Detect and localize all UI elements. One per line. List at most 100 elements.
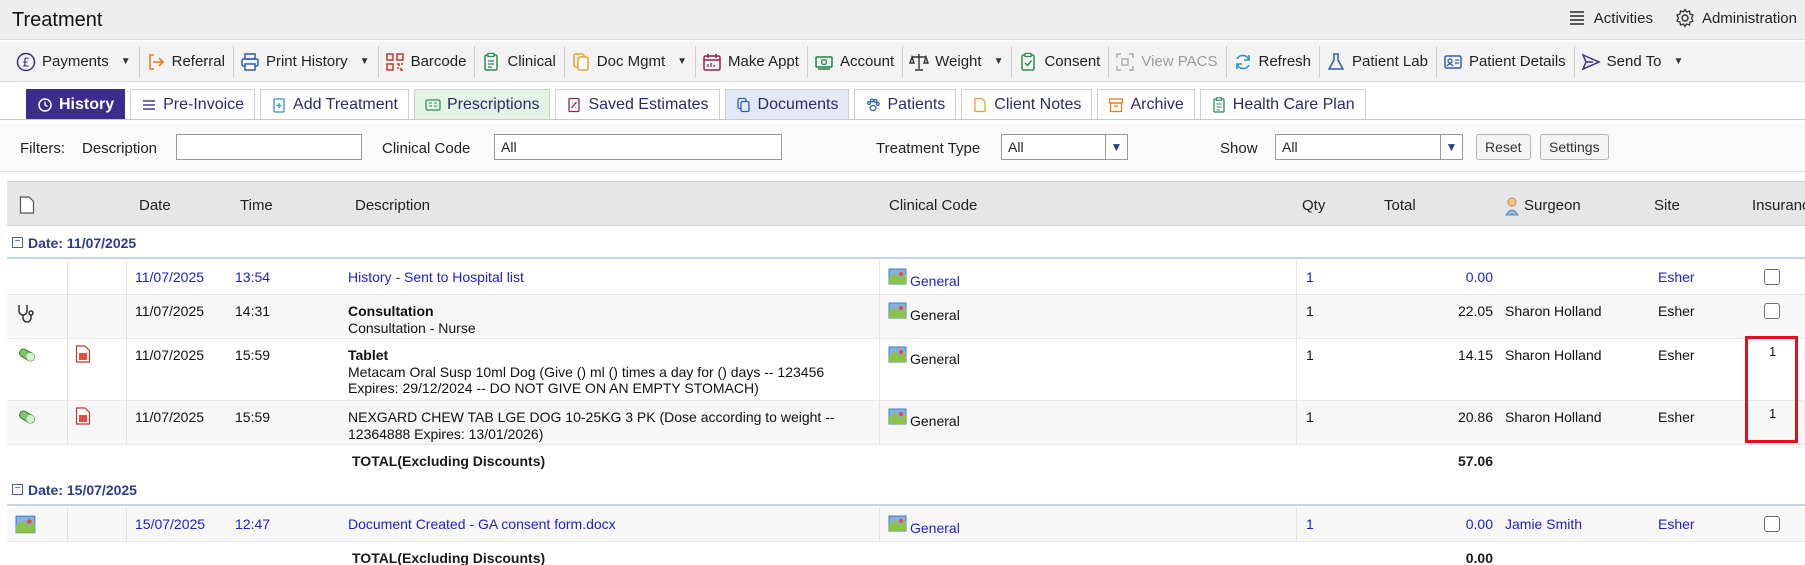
clinical-code-cell[interactable]: General: [888, 407, 960, 429]
clinical-code-filter-input[interactable]: All: [494, 134, 782, 160]
print-history-button[interactable]: Print History ▼: [234, 45, 379, 78]
patient-details-button[interactable]: Patient Details: [1437, 45, 1575, 78]
pill-icon: [19, 348, 35, 362]
clinical-code-label: General: [910, 520, 960, 536]
chevron-down-icon[interactable]: ▼: [121, 56, 131, 67]
clinical-code-cell[interactable]: General: [888, 301, 960, 323]
payments-label: Payments: [42, 53, 109, 70]
treatment-type-value: All: [1008, 139, 1024, 155]
referral-button[interactable]: Referral: [140, 45, 234, 78]
insurance-checkbox[interactable]: [1764, 303, 1780, 319]
row-site[interactable]: Esher: [1658, 269, 1695, 285]
col-qty[interactable]: Qty: [1302, 197, 1325, 214]
weight-button[interactable]: Weight ▼: [903, 45, 1013, 78]
col-insurance[interactable]: Insuranc: [1752, 197, 1805, 214]
reset-button[interactable]: Reset: [1476, 134, 1531, 160]
tab-prescriptions[interactable]: Prescriptions: [414, 89, 551, 119]
row-description[interactable]: Document Created - GA consent form.docx: [348, 516, 616, 532]
refresh-icon: [1235, 54, 1250, 69]
table-row[interactable]: 11/07/2025 15:59 NEXGARD CHEW TAB LGE DO…: [7, 401, 1805, 445]
row-qty: 1: [1306, 409, 1314, 425]
payments-button[interactable]: £ Payments ▼: [10, 45, 140, 78]
tab-add-treatment-label: Add Treatment: [293, 95, 398, 113]
chevron-down-icon[interactable]: ▼: [1440, 135, 1462, 159]
row-description: Metacam Oral Susp 10ml Dog (Give () ml (…: [348, 364, 825, 396]
row-description[interactable]: History - Sent to Hospital list: [348, 269, 524, 285]
chevron-down-icon[interactable]: ▼: [994, 56, 1004, 67]
map-icon: [888, 346, 907, 363]
barcode-button[interactable]: Barcode: [379, 45, 476, 78]
patient-lab-button[interactable]: Patient Lab: [1320, 45, 1437, 78]
chevron-down-icon[interactable]: ▼: [1105, 135, 1127, 159]
clinical-code-cell[interactable]: General: [888, 514, 960, 536]
chevron-down-icon[interactable]: ▼: [677, 56, 687, 67]
send-to-label: Send To: [1606, 53, 1662, 70]
patient-details-label: Patient Details: [1468, 53, 1566, 70]
table-row[interactable]: 11/07/2025 13:54 History - Sent to Hospi…: [7, 261, 1805, 295]
collapse-icon[interactable]: −: [12, 237, 23, 248]
insurance-highlight-box: [1745, 336, 1798, 443]
tab-history[interactable]: History: [26, 89, 126, 119]
row-total: 14.15: [1457, 347, 1493, 363]
description-filter-input[interactable]: [176, 134, 362, 160]
col-total[interactable]: Total: [1384, 197, 1416, 214]
make-appt-label: Make Appt: [728, 53, 799, 70]
activities-button[interactable]: Activities: [1567, 8, 1653, 28]
col-time[interactable]: Time: [240, 197, 273, 214]
row-site[interactable]: Esher: [1658, 516, 1695, 532]
total-label: TOTAL(Excluding Discounts): [352, 453, 546, 469]
tab-documents[interactable]: Documents: [724, 89, 850, 119]
consent-label: Consent: [1044, 53, 1101, 70]
tab-prescriptions-label: Prescriptions: [447, 95, 540, 113]
treatment-type-select[interactable]: All ▼: [1001, 134, 1128, 160]
clinical-button[interactable]: Clinical: [475, 45, 565, 78]
col-date[interactable]: Date: [139, 197, 171, 214]
doc-mgmt-button[interactable]: Doc Mgmt ▼: [565, 45, 697, 78]
collapse-icon[interactable]: −: [12, 484, 23, 495]
chevron-down-icon[interactable]: ▼: [1673, 56, 1683, 67]
tab-archive[interactable]: Archive: [1097, 89, 1195, 119]
col-clinical-code[interactable]: Clinical Code: [889, 197, 977, 214]
insurance-checkbox[interactable]: [1764, 516, 1780, 532]
tab-add-treatment[interactable]: Add Treatment: [260, 89, 409, 119]
lines-icon: [143, 99, 156, 110]
consent-button[interactable]: Consent: [1012, 45, 1110, 78]
pill-icon: [19, 410, 35, 424]
chevron-down-icon[interactable]: ▼: [360, 56, 370, 67]
table-row[interactable]: 11/07/2025 14:31 Consultation Consultati…: [7, 295, 1805, 339]
clinical-code-cell[interactable]: General: [888, 345, 960, 367]
add-clipboard-icon: [273, 97, 285, 113]
clinical-code-cell[interactable]: General: [888, 267, 960, 289]
settings-button[interactable]: Settings: [1540, 134, 1609, 160]
view-pacs-button[interactable]: View PACS: [1109, 45, 1227, 78]
tab-saved-estimates[interactable]: Saved Estimates: [555, 89, 720, 119]
row-surgeon[interactable]: Jamie Smith: [1505, 516, 1582, 532]
row-time[interactable]: 12:47: [235, 516, 270, 532]
make-appt-button[interactable]: Make Appt: [696, 45, 808, 78]
tab-health-care-plan[interactable]: Health Care Plan: [1199, 89, 1366, 119]
row-date[interactable]: 15/07/2025: [135, 516, 205, 532]
col-surgeon[interactable]: Surgeon: [1524, 197, 1581, 214]
account-button[interactable]: Account: [808, 45, 904, 78]
col-description[interactable]: Description: [355, 197, 430, 214]
row-date: 11/07/2025: [135, 347, 205, 363]
tab-pre-invoice[interactable]: Pre-Invoice: [130, 89, 256, 119]
table-row[interactable]: 11/07/2025 15:59 Tablet Metacam Oral Sus…: [7, 339, 1805, 401]
send-to-button[interactable]: Send To ▼: [1575, 46, 1692, 78]
show-select[interactable]: All ▼: [1275, 134, 1463, 160]
administration-button[interactable]: Administration: [1675, 8, 1797, 28]
row-site: Esher: [1658, 347, 1695, 363]
col-site[interactable]: Site: [1654, 197, 1680, 214]
row-total: 0.00: [1465, 269, 1493, 285]
row-time[interactable]: 13:54: [235, 269, 270, 285]
tab-client-notes[interactable]: Client Notes: [961, 89, 1093, 119]
row-date[interactable]: 11/07/2025: [135, 269, 204, 285]
insurance-checkbox[interactable]: [1764, 269, 1780, 285]
row-item-title: Consultation: [348, 303, 434, 319]
administration-label: Administration: [1701, 9, 1797, 27]
table-row[interactable]: 15/07/2025 12:47 Document Created - GA c…: [7, 508, 1805, 542]
tab-documents-label: Documents: [757, 95, 839, 113]
refresh-button[interactable]: Refresh: [1227, 45, 1321, 78]
group-total-row: TOTAL(Excluding Discounts) 57.06: [7, 445, 1805, 475]
tab-patients[interactable]: Patients: [854, 89, 957, 119]
